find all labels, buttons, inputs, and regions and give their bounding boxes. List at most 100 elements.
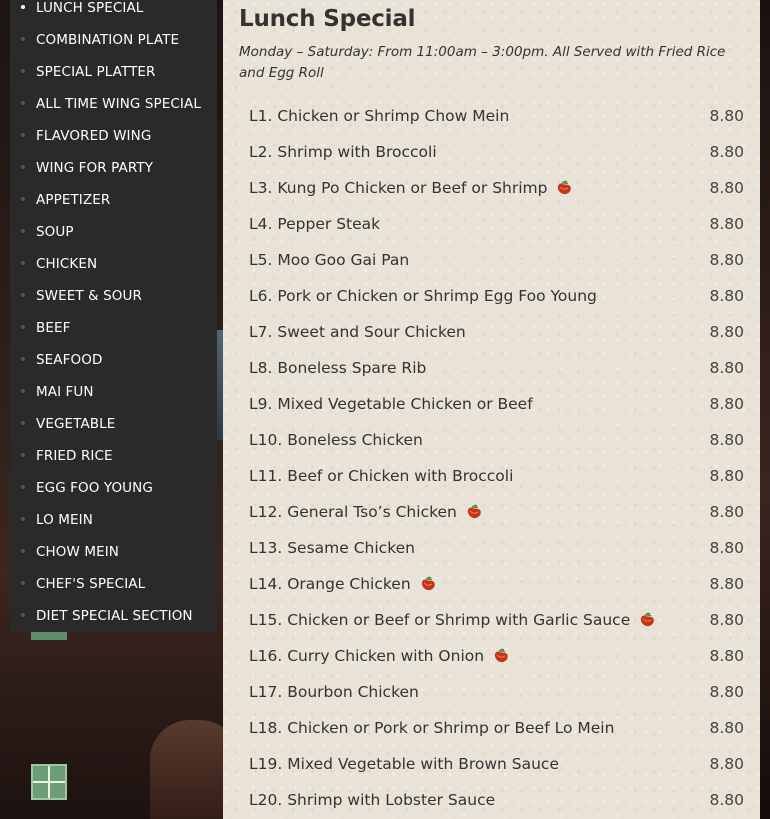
sidebar-item-all-time-wing-special[interactable]: ALL TIME WING SPECIAL <box>10 88 217 120</box>
sidebar-item-lunch-special[interactable]: LUNCH SPECIAL <box>10 0 217 24</box>
menu-item-row: L6. Pork or Chicken or Shrimp Egg Foo Yo… <box>249 278 744 314</box>
menu-item-row: L2. Shrimp with Broccoli 8.80 <box>249 134 744 170</box>
menu-item-name: L13. Sesame Chicken <box>249 539 415 557</box>
sidebar-item-label: CHOW MEIN <box>36 544 120 560</box>
bullet-icon <box>21 517 25 521</box>
bullet-icon <box>21 229 25 233</box>
menu-item-row: L13. Sesame Chicken 8.80 <box>249 530 744 566</box>
menu-item-price: 8.80 <box>709 683 744 701</box>
menu-item-price: 8.80 <box>709 467 744 485</box>
menu-item-name-wrap: L20. Shrimp with Lobster Sauce <box>249 791 495 809</box>
menu-item-name-wrap: L5. Moo Goo Gai Pan <box>249 251 409 269</box>
bullet-icon <box>21 613 25 617</box>
menu-item-name: L18. Chicken or Pork or Shrimp or Beef L… <box>249 719 615 737</box>
sidebar-item-seafood[interactable]: SEAFOOD <box>10 344 217 376</box>
sidebar-item-special-platter[interactable]: SPECIAL PLATTER <box>10 56 217 88</box>
section-title: Lunch Special <box>239 6 416 32</box>
menu-item-price: 8.80 <box>709 143 744 161</box>
menu-item-name: L7. Sweet and Sour Chicken <box>249 323 466 341</box>
menu-item-name: L15. Chicken or Beef or Shrimp with Garl… <box>249 611 631 629</box>
bullet-icon <box>21 485 25 489</box>
menu-item-row: L11. Beef or Chicken with Broccoli 8.80 <box>249 458 744 494</box>
menu-item-name-wrap: L13. Sesame Chicken <box>249 539 415 557</box>
chili-pepper-icon <box>638 612 656 628</box>
sidebar-item-label: SPECIAL PLATTER <box>36 64 156 80</box>
bullet-icon <box>21 581 25 585</box>
menu-item-name: L8. Boneless Spare Rib <box>249 359 427 377</box>
menu-item-name-wrap: L10. Boneless Chicken <box>249 431 423 449</box>
sidebar-item-wing-for-party[interactable]: WING FOR PARTY <box>10 152 217 184</box>
menu-item-name-wrap: L19. Mixed Vegetable with Brown Sauce <box>249 755 559 773</box>
menu-item-price: 8.80 <box>709 431 744 449</box>
bullet-icon <box>21 453 25 457</box>
sidebar-item-appetizer[interactable]: APPETIZER <box>10 184 217 216</box>
sidebar-item-label: CHICKEN <box>36 256 98 272</box>
menu-item-row: L3. Kung Po Chicken or Beef or Shrimp 8.8… <box>249 170 744 206</box>
sidebar-item-label: WING FOR PARTY <box>36 160 154 176</box>
menu-item-name: L17. Bourbon Chicken <box>249 683 419 701</box>
chili-pepper-icon <box>492 648 510 664</box>
bullet-icon <box>21 549 25 553</box>
sidebar-item-flavored-wing[interactable]: FLAVORED WING <box>10 120 217 152</box>
menu-item-name: L3. Kung Po Chicken or Beef or Shrimp <box>249 179 548 197</box>
sidebar-item-vegetable[interactable]: VEGETABLE <box>10 408 217 440</box>
sidebar-item-label: ALL TIME WING SPECIAL <box>36 96 201 112</box>
menu-item-row: L1. Chicken or Shrimp Chow Mein 8.80 <box>249 98 744 134</box>
sidebar-item-beef[interactable]: BEEF <box>10 312 217 344</box>
menu-item-row: L15. Chicken or Beef or Shrimp with Garl… <box>249 602 744 638</box>
menu-item-price: 8.80 <box>709 359 744 377</box>
category-sidebar: LUNCH SPECIAL COMBINATION PLATE SPECIAL PL… <box>10 0 217 632</box>
menu-item-name-wrap: L3. Kung Po Chicken or Beef or Shrimp <box>249 179 573 197</box>
sidebar-item-label: APPETIZER <box>36 192 111 208</box>
menu-item-row: L17. Bourbon Chicken 8.80 <box>249 674 744 710</box>
sidebar-item-sweet-sour[interactable]: SWEET & SOUR <box>10 280 217 312</box>
bullet-icon <box>21 101 25 105</box>
menu-item-name: L4. Pepper Steak <box>249 215 381 233</box>
sidebar-item-label: FRIED RICE <box>36 448 113 464</box>
menu-item-price: 8.80 <box>709 503 744 521</box>
menu-item-name: L11. Beef or Chicken with Broccoli <box>249 467 514 485</box>
category-list: LUNCH SPECIAL COMBINATION PLATE SPECIAL PL… <box>10 0 217 632</box>
sidebar-item-soup[interactable]: SOUP <box>10 216 217 248</box>
menu-item-name: L6. Pork or Chicken or Shrimp Egg Foo Yo… <box>249 287 597 305</box>
menu-item-price: 8.80 <box>709 323 744 341</box>
menu-item-row: L12. General Tso’s Chicken 8.80 <box>249 494 744 530</box>
menu-item-name-wrap: L7. Sweet and Sour Chicken <box>249 323 466 341</box>
sidebar-item-egg-foo-young[interactable]: EGG FOO YOUNG <box>10 472 217 504</box>
menu-item-price: 8.80 <box>709 251 744 269</box>
menu-item-name-wrap: L9. Mixed Vegetable Chicken or Beef <box>249 395 533 413</box>
sidebar-item-chef-s-special[interactable]: CHEF'S SPECIAL <box>10 568 217 600</box>
menu-item-row: L8. Boneless Spare Rib 8.80 <box>249 350 744 386</box>
bullet-icon <box>21 293 25 297</box>
bullet-icon <box>21 421 25 425</box>
menu-item-row: L20. Shrimp with Lobster Sauce 8.80 <box>249 782 744 818</box>
bullet-icon <box>21 357 25 361</box>
decor-window-tile <box>31 764 67 800</box>
chili-pepper-icon <box>465 504 483 520</box>
menu-item-price: 8.80 <box>709 575 744 593</box>
menu-item-row: L7. Sweet and Sour Chicken 8.80 <box>249 314 744 350</box>
menu-item-row: L10. Boneless Chicken 8.80 <box>249 422 744 458</box>
sidebar-item-diet-special-section[interactable]: DIET SPECIAL SECTION <box>10 600 217 632</box>
menu-item-name: L16. Curry Chicken with Onion <box>249 647 485 665</box>
sidebar-item-combination-plate[interactable]: COMBINATION PLATE <box>10 24 217 56</box>
sidebar-item-chow-mein[interactable]: CHOW MEIN <box>10 536 217 568</box>
sidebar-item-lo-mein[interactable]: LO MEIN <box>10 504 217 536</box>
sidebar-item-chicken[interactable]: CHICKEN <box>10 248 217 280</box>
bullet-icon <box>21 325 25 329</box>
menu-item-name-wrap: L8. Boneless Spare Rib <box>249 359 426 377</box>
menu-item-name-wrap: L6. Pork or Chicken or Shrimp Egg Foo Yo… <box>249 287 597 305</box>
menu-item-name-wrap: L2. Shrimp with Broccoli <box>249 143 437 161</box>
menu-panel: Lunch Special Monday – Saturday: From 11… <box>223 0 760 819</box>
bullet-icon <box>21 133 25 137</box>
menu-item-name: L14. Orange Chicken <box>249 575 411 593</box>
menu-item-row: L4. Pepper Steak 8.80 <box>249 206 744 242</box>
menu-item-price: 8.80 <box>709 539 744 557</box>
bullet-icon <box>21 197 25 201</box>
menu-item-name: L1. Chicken or Shrimp Chow Mein <box>249 107 510 125</box>
sidebar-item-label: SEAFOOD <box>36 352 103 368</box>
sidebar-item-mai-fun[interactable]: MAI FUN <box>10 376 217 408</box>
sidebar-item-fried-rice[interactable]: FRIED RICE <box>10 440 217 472</box>
menu-item-name-wrap: L11. Beef or Chicken with Broccoli <box>249 467 513 485</box>
chili-pepper-icon <box>419 576 437 592</box>
